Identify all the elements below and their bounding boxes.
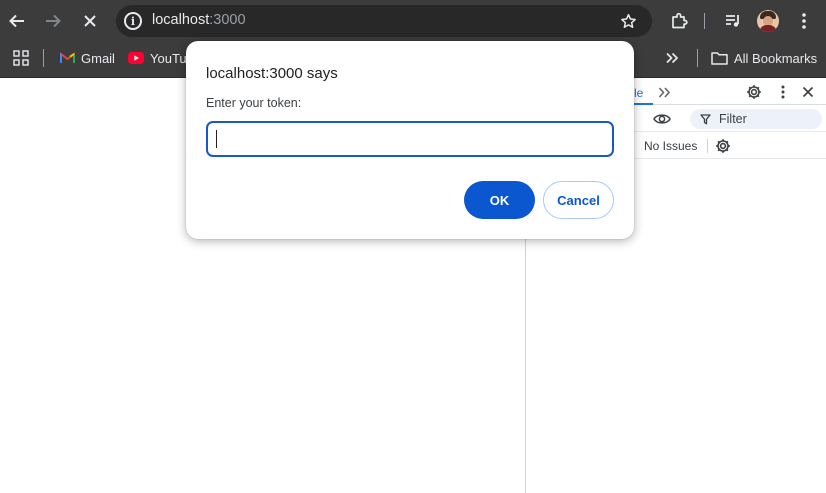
more-tabs-button[interactable] bbox=[656, 84, 672, 100]
bookmarks-overflow-button[interactable] bbox=[662, 47, 682, 69]
info-icon[interactable]: i bbox=[124, 12, 142, 30]
folder-icon bbox=[711, 52, 728, 65]
ok-button[interactable]: OK bbox=[464, 181, 535, 219]
back-button[interactable] bbox=[6, 10, 28, 32]
gear-icon bbox=[747, 85, 761, 99]
devtools-close-button[interactable] bbox=[799, 83, 817, 101]
chevron-double-right-icon bbox=[658, 87, 670, 97]
close-icon bbox=[84, 15, 96, 27]
cancel-button[interactable]: Cancel bbox=[543, 181, 614, 219]
close-icon bbox=[802, 86, 814, 98]
address-bar-url[interactable]: localhost:3000 bbox=[152, 12, 246, 28]
token-input[interactable] bbox=[206, 121, 614, 157]
dialog-title: localhost:3000 says bbox=[206, 65, 338, 82]
arrow-left-icon bbox=[9, 14, 24, 28]
stop-loading-button[interactable] bbox=[79, 10, 101, 32]
devtools-settings-button[interactable] bbox=[745, 83, 763, 101]
bookmark-gmail[interactable]: Gmail bbox=[60, 42, 115, 74]
url-port: :3000 bbox=[209, 12, 246, 28]
eye-icon bbox=[653, 114, 671, 124]
puzzle-icon bbox=[672, 12, 688, 29]
apps-grid-icon bbox=[13, 50, 29, 66]
playlist-icon bbox=[726, 15, 739, 27]
chevron-double-right-icon bbox=[666, 52, 679, 64]
browser-menu-button[interactable] bbox=[794, 10, 814, 32]
bookmark-star-button[interactable] bbox=[618, 11, 638, 31]
devtools-menu-button[interactable] bbox=[777, 83, 789, 101]
youtube-icon bbox=[128, 52, 144, 64]
gear-icon bbox=[716, 139, 730, 153]
apps-button[interactable] bbox=[10, 47, 32, 69]
url-host: localhost bbox=[152, 12, 210, 28]
all-bookmarks-button[interactable]: All Bookmarks bbox=[711, 42, 817, 74]
arrow-right-icon bbox=[46, 14, 61, 28]
text-caret bbox=[216, 130, 217, 148]
dialog-message: Enter your token: bbox=[206, 96, 302, 110]
toolbar-divider bbox=[704, 13, 705, 29]
bookmarks-divider-right bbox=[697, 49, 698, 67]
bookmark-youtube[interactable]: YouTu bbox=[128, 42, 187, 74]
console-filter-input[interactable]: Filter bbox=[690, 109, 822, 129]
console-settings-button[interactable] bbox=[714, 137, 732, 155]
star-icon bbox=[620, 13, 636, 28]
media-controls-button[interactable] bbox=[722, 10, 744, 32]
prompt-dialog: localhost:3000 says Enter your token: OK… bbox=[186, 41, 634, 239]
more-vertical-icon bbox=[802, 13, 806, 29]
filter-icon bbox=[700, 113, 711, 124]
bookmark-label: Gmail bbox=[81, 50, 115, 66]
more-vertical-icon bbox=[781, 85, 785, 99]
bookmark-label: YouTu bbox=[150, 50, 187, 66]
live-expression-button[interactable] bbox=[652, 110, 672, 128]
gmail-icon bbox=[60, 52, 75, 63]
all-bookmarks-label: All Bookmarks bbox=[734, 50, 818, 66]
bookmarks-divider bbox=[43, 49, 44, 67]
profile-avatar[interactable] bbox=[757, 10, 779, 32]
filter-placeholder: Filter bbox=[719, 112, 747, 126]
issues-divider bbox=[707, 139, 708, 153]
forward-button[interactable] bbox=[42, 10, 64, 32]
extensions-button[interactable] bbox=[668, 10, 690, 32]
tab-console[interactable]: le bbox=[634, 86, 643, 100]
issues-count[interactable]: No Issues bbox=[644, 139, 697, 153]
